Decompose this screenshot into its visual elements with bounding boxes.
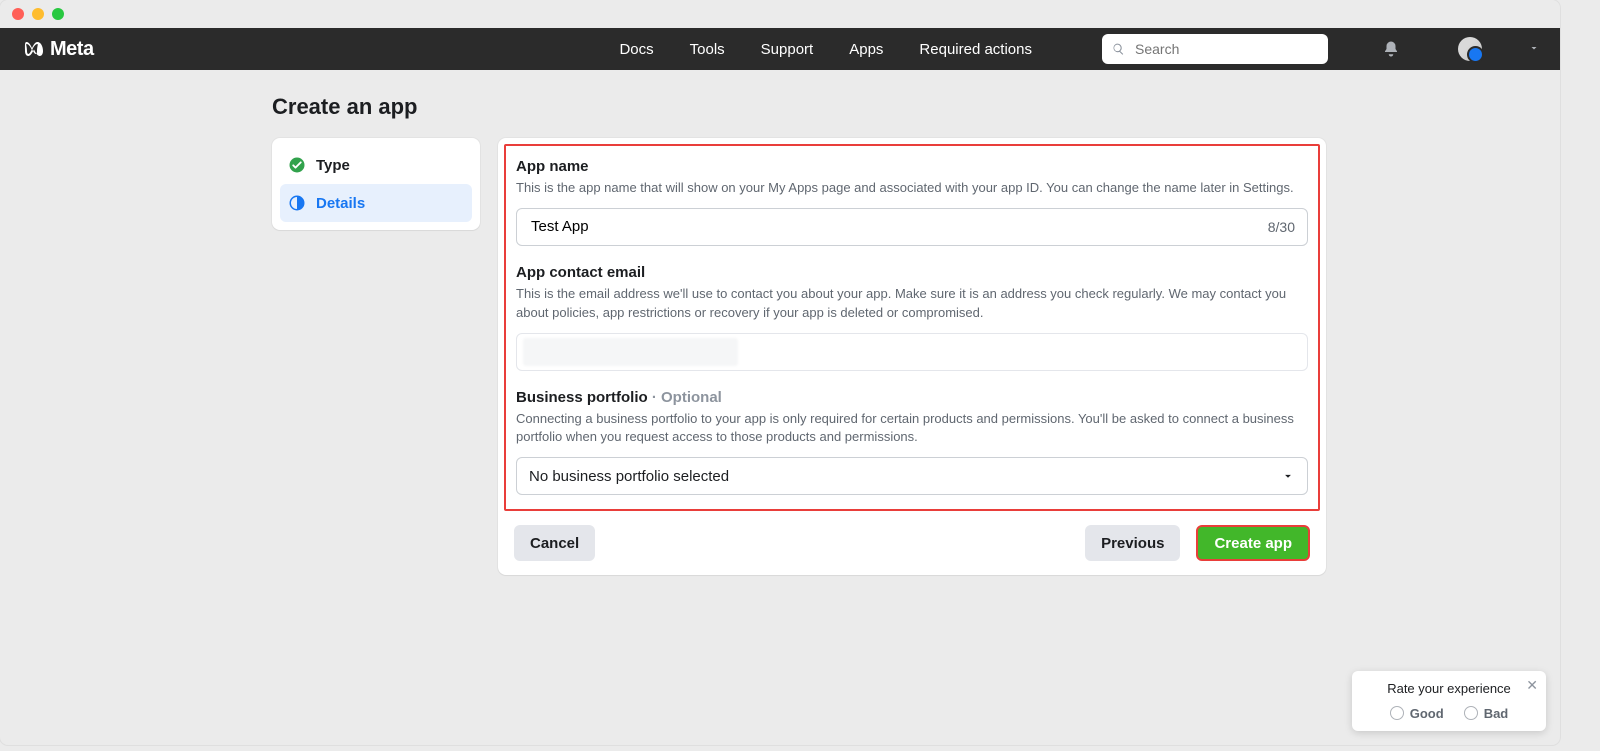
rating-popover: ✕ Rate your experience Good Bad	[1352, 671, 1546, 731]
brand-logo[interactable]: Meta	[20, 37, 94, 61]
steps-sidebar: Type Details	[272, 138, 480, 230]
search-box[interactable]	[1102, 34, 1328, 64]
radio-icon	[1390, 706, 1404, 720]
rating-close-icon[interactable]: ✕	[1526, 677, 1538, 694]
nav-required-actions[interactable]: Required actions	[919, 41, 1032, 58]
portfolio-label: Business portfolio	[516, 389, 648, 406]
user-avatar[interactable]	[1458, 37, 1482, 61]
step-details[interactable]: Details	[280, 184, 472, 222]
contact-email-label: App contact email	[516, 264, 1308, 281]
field-contact-email: App contact email This is the email addr…	[516, 264, 1308, 371]
nav-apps[interactable]: Apps	[849, 41, 883, 58]
create-app-highlight: Create app	[1196, 525, 1310, 561]
cancel-button[interactable]: Cancel	[514, 525, 595, 561]
app-name-input-wrap[interactable]: 8/30	[516, 208, 1308, 246]
form-card: App name This is the app name that will …	[498, 138, 1326, 575]
rating-title: Rate your experience	[1364, 681, 1534, 696]
portfolio-selected-value: No business portfolio selected	[529, 468, 729, 485]
zoom-window-icon[interactable]	[52, 8, 64, 20]
nav-support[interactable]: Support	[761, 41, 814, 58]
app-name-input[interactable]	[529, 217, 1268, 236]
app-name-label: App name	[516, 158, 1308, 175]
search-input[interactable]	[1133, 40, 1318, 58]
notifications-icon[interactable]	[1382, 40, 1400, 58]
form-footer: Cancel Previous Create app	[504, 511, 1320, 561]
contact-email-input-wrap[interactable]	[516, 333, 1308, 371]
portfolio-optional: · Optional	[648, 389, 722, 406]
half-circle-icon	[288, 194, 306, 212]
account-menu-caret-icon[interactable]	[1528, 41, 1540, 58]
step-type[interactable]: Type	[280, 146, 472, 184]
portfolio-select[interactable]: No business portfolio selected	[516, 457, 1308, 495]
app-name-counter: 8/30	[1268, 219, 1295, 235]
portfolio-label-row: Business portfolio · Optional	[516, 389, 1308, 406]
annotated-form-area: App name This is the app name that will …	[504, 144, 1320, 511]
window-titlebar	[0, 0, 1560, 28]
app-name-help: This is the app name that will show on y…	[516, 179, 1308, 198]
radio-icon	[1464, 706, 1478, 720]
field-business-portfolio: Business portfolio · Optional Connecting…	[516, 389, 1308, 496]
portfolio-help: Connecting a business portfolio to your …	[516, 410, 1308, 448]
minimize-window-icon[interactable]	[32, 8, 44, 20]
nav-docs[interactable]: Docs	[619, 41, 653, 58]
rating-option-bad[interactable]: Bad	[1464, 706, 1509, 721]
search-icon	[1112, 42, 1125, 56]
rating-option-good[interactable]: Good	[1390, 706, 1444, 721]
contact-email-help: This is the email address we'll use to c…	[516, 285, 1308, 323]
meta-logo-icon	[20, 37, 44, 61]
close-window-icon[interactable]	[12, 8, 24, 20]
contact-email-redacted	[523, 338, 738, 366]
page-title: Create an app	[272, 94, 1560, 120]
header-nav: Docs Tools Support Apps Required actions	[619, 34, 1540, 64]
previous-button[interactable]: Previous	[1085, 525, 1180, 561]
brand-name: Meta	[50, 38, 94, 61]
check-circle-icon	[288, 156, 306, 174]
field-app-name: App name This is the app name that will …	[516, 158, 1308, 246]
app-header: Meta Docs Tools Support Apps Required ac…	[0, 28, 1560, 70]
create-app-button[interactable]: Create app	[1196, 525, 1310, 561]
chevron-down-icon	[1281, 469, 1295, 483]
nav-tools[interactable]: Tools	[690, 41, 725, 58]
step-type-label: Type	[316, 157, 350, 174]
step-details-label: Details	[316, 195, 365, 212]
